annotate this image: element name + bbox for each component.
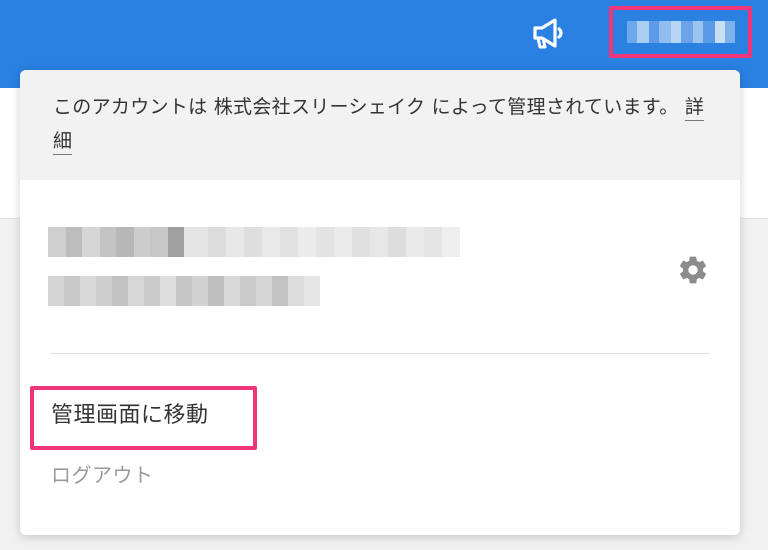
menu-divider: [50, 353, 710, 354]
logout-link[interactable]: ログアウト: [51, 460, 154, 490]
user-name-obscured: [48, 227, 496, 257]
account-dropdown-panel: このアカウントは 株式会社スリーシェイク によって管理されています。 詳細 管理…: [20, 70, 740, 535]
megaphone-icon[interactable]: [531, 17, 567, 49]
user-menu-button[interactable]: [609, 6, 752, 58]
user-email-obscured: [48, 276, 320, 306]
gear-icon[interactable]: [677, 254, 709, 286]
admin-console-link[interactable]: 管理画面に移動: [51, 398, 209, 434]
notice-text: このアカウントは 株式会社スリーシェイク によって管理されています。: [53, 96, 679, 118]
user-name-obscured: [627, 21, 735, 43]
managed-account-notice: このアカウントは 株式会社スリーシェイク によって管理されています。 詳細: [20, 70, 740, 180]
